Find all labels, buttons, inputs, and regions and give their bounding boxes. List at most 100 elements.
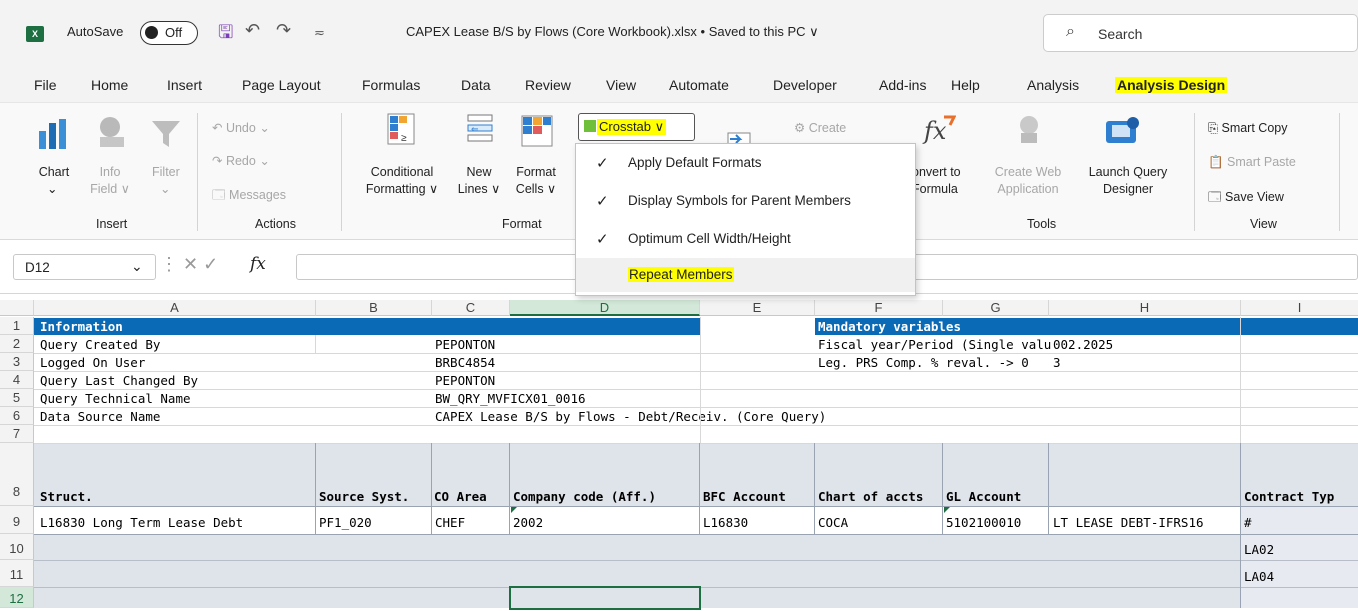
cell-a5[interactable]: Query Technical Name [40, 390, 191, 407]
row-header[interactable]: 11 [0, 560, 34, 587]
cell-g9[interactable]: 5102100010 [946, 514, 1021, 531]
tab-review[interactable]: Review [525, 77, 571, 93]
conditional-formatting-button[interactable]: Conditional Formatting ∨ [357, 164, 447, 198]
menu-item-optimum-cell-width[interactable]: ✓ Optimum Cell Width/Height [576, 222, 915, 256]
cell-f2[interactable]: Fiscal year/Period (Single valu [818, 336, 1051, 353]
column-header-d[interactable]: D [510, 300, 700, 316]
cell-c6[interactable]: CAPEX Lease B/S by Flows - Debt/Receiv. … [435, 408, 826, 425]
row-header[interactable]: 4 [0, 371, 34, 389]
convert-to-formula-button[interactable]: onvert to Formula [912, 164, 961, 198]
tab-analysis-design[interactable]: Analysis Design [1115, 77, 1228, 93]
tab-insert[interactable]: Insert [167, 77, 202, 93]
header-contract-type[interactable]: Contract Typ [1244, 488, 1334, 505]
smart-copy-button[interactable]: ⎘ Smart Copy [1208, 120, 1287, 137]
cell-c3[interactable]: BRBC4854 [435, 354, 495, 371]
header-struct[interactable]: Struct. [40, 488, 93, 505]
redo-action-button[interactable]: ↷ Redo ⌄ [212, 153, 270, 170]
tab-help[interactable]: Help [951, 77, 980, 93]
row-header[interactable]: 7 [0, 425, 34, 443]
row-header[interactable]: 8 [0, 443, 34, 506]
row-header[interactable]: 10 [0, 534, 34, 560]
messages-button[interactable]: 🗔 Messages [212, 187, 286, 204]
cell-a4[interactable]: Query Last Changed By [40, 372, 198, 389]
save-view-button[interactable]: 🗔 Save View [1208, 189, 1284, 206]
row-header[interactable]: 2 [0, 335, 34, 353]
cell-c4[interactable]: PEPONTON [435, 372, 495, 389]
smart-paste-button[interactable]: 📋 Smart Paste [1208, 154, 1296, 171]
tab-add-ins[interactable]: Add-ins [879, 77, 926, 93]
menu-item-display-symbols[interactable]: ✓ Display Symbols for Parent Members [576, 184, 915, 218]
row-header[interactable]: 9 [0, 506, 34, 534]
cell-a9[interactable]: L16830 Long Term Lease Debt [40, 514, 243, 531]
column-header-b[interactable]: B [316, 300, 432, 316]
header-gl-account[interactable]: GL Account [946, 488, 1021, 505]
cell-a6[interactable]: Data Source Name [40, 408, 160, 425]
info-field-button[interactable]: Info Field ∨ [90, 164, 130, 198]
name-box-dropdown-icon[interactable]: ⌄ [131, 258, 143, 275]
cell-a2[interactable]: Query Created By [40, 336, 160, 353]
filter-button[interactable]: Filter [152, 164, 180, 181]
row-header[interactable]: 5 [0, 389, 34, 407]
column-header-e[interactable]: E [700, 300, 815, 316]
column-header-a[interactable]: A [34, 300, 316, 316]
tab-automate[interactable]: Automate [669, 77, 729, 93]
header-source-syst[interactable]: Source Syst. [319, 488, 409, 505]
chart-button[interactable]: Chart [37, 164, 71, 181]
row-header[interactable]: 12 [0, 587, 34, 608]
header-company-code[interactable]: Company code (Aff.) [513, 488, 656, 505]
header-co-area[interactable]: CO Area [434, 488, 487, 505]
tab-page-layout[interactable]: Page Layout [242, 77, 321, 93]
tab-analysis[interactable]: Analysis [1027, 77, 1079, 93]
save-icon[interactable]: 🖫 [218, 20, 233, 50]
cell-f3[interactable]: Leg. PRS Comp. % reval. -> 0 [818, 354, 1029, 371]
chart-dropdown-icon[interactable]: ⌄ [47, 181, 57, 198]
cell-i9[interactable]: # [1244, 514, 1252, 531]
cell-f9[interactable]: COCA [818, 514, 848, 531]
menu-item-apply-default-formats[interactable]: ✓ Apply Default Formats [576, 146, 915, 180]
format-cells-button[interactable]: Format Cells ∨ [511, 164, 561, 198]
undo-icon[interactable]: ↶ [245, 20, 260, 41]
menu-item-repeat-members[interactable]: Repeat Members [576, 258, 915, 292]
filter-dropdown-icon[interactable]: ⌄ [160, 181, 170, 198]
search-box[interactable]: ⌕ Search [1043, 14, 1358, 52]
cell-e9[interactable]: L16830 [703, 514, 748, 531]
crosstab-button[interactable]: Crosstab ∨ [578, 113, 695, 141]
cell-a3[interactable]: Logged On User [40, 354, 145, 371]
new-lines-button[interactable]: New Lines ∨ [454, 164, 504, 198]
name-box[interactable]: D12 ⌄ [13, 254, 156, 280]
cell-i10[interactable]: LA02 [1244, 541, 1274, 558]
cell-h9[interactable]: LT LEASE DEBT-IFRS16 [1053, 514, 1204, 531]
launch-query-designer-button[interactable]: Launch Query Designer [1078, 164, 1178, 198]
row-header[interactable]: 6 [0, 407, 34, 425]
column-header-i[interactable]: I [1241, 300, 1358, 316]
select-all-corner[interactable] [0, 300, 34, 316]
tab-view[interactable]: View [606, 77, 636, 93]
cancel-icon[interactable]: ⋮ ✕ ✓ [160, 254, 218, 275]
cell-g3[interactable]: 3 [1053, 354, 1061, 371]
undo-action-button[interactable]: ↶ Undo ⌄ [212, 120, 270, 137]
tab-file[interactable]: File [34, 77, 57, 93]
create-button[interactable]: ⚙ Create [794, 120, 846, 137]
column-header-c[interactable]: C [432, 300, 510, 316]
tab-home[interactable]: Home [91, 77, 128, 93]
worksheet-grid[interactable]: A B C D E F G H I 1 2 3 4 5 6 7 8 9 10 1… [0, 294, 1358, 610]
tab-data[interactable]: Data [461, 77, 491, 93]
cell-i11[interactable]: LA04 [1244, 568, 1274, 585]
cell-c5[interactable]: BW_QRY_MVFICX01_0016 [435, 390, 586, 407]
cell-b9[interactable]: PF1_020 [319, 514, 372, 531]
autosave-toggle[interactable]: Off [140, 21, 198, 45]
tab-developer[interactable]: Developer [773, 77, 837, 93]
selected-cell-d12[interactable] [509, 586, 701, 610]
create-web-application-button[interactable]: Create Web Application [990, 164, 1066, 198]
column-header-f[interactable]: F [815, 300, 943, 316]
row-header[interactable]: 1 [0, 317, 34, 335]
document-title[interactable]: CAPEX Lease B/S by Flows (Core Workbook)… [406, 24, 819, 40]
cell-c9[interactable]: CHEF [435, 514, 465, 531]
header-bfc-account[interactable]: BFC Account [703, 488, 786, 505]
column-header-g[interactable]: G [943, 300, 1049, 316]
header-chart-of-accts[interactable]: Chart of accts [818, 488, 923, 505]
cell-d9[interactable]: 2002 [513, 514, 543, 531]
column-header-h[interactable]: H [1049, 300, 1241, 316]
cell-g2[interactable]: 002.2025 [1053, 336, 1114, 353]
insert-function-icon[interactable]: fx [250, 254, 266, 274]
